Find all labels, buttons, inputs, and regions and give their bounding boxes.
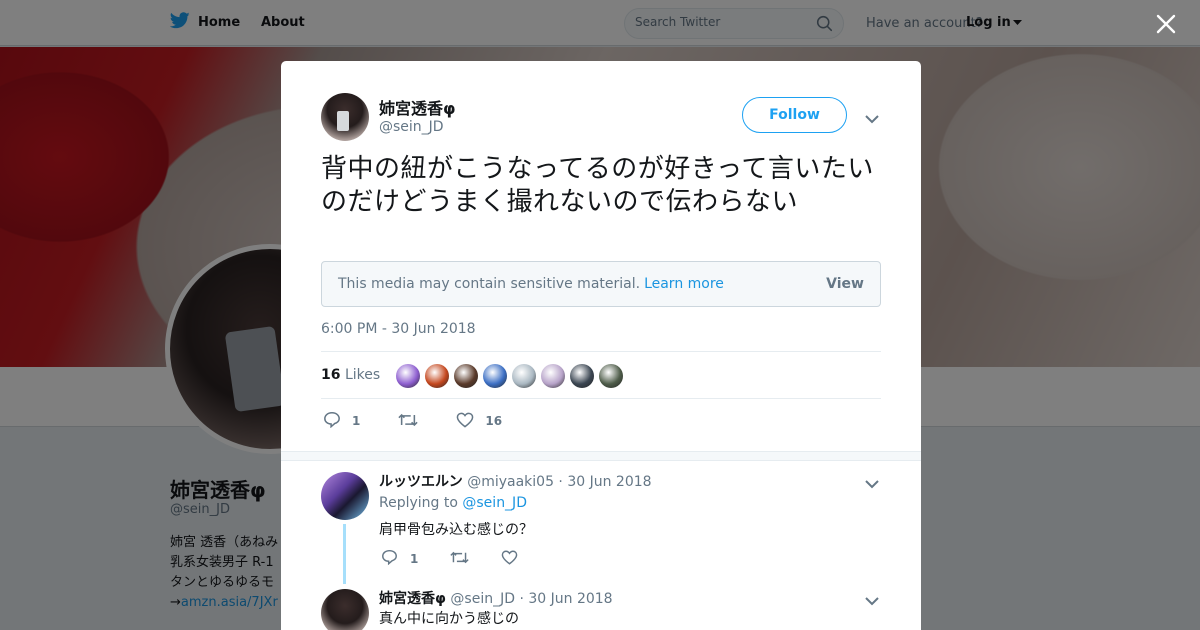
reply-text: 肩甲骨包み込む感じの？ <box>379 522 533 538</box>
reply-author-name[interactable]: ルッツエルン <box>379 474 463 490</box>
chevron-down-icon[interactable] <box>865 109 879 128</box>
likes-count[interactable]: 16 Likes <box>321 367 380 383</box>
likes-number: 16 <box>321 367 341 383</box>
reply-avatar[interactable] <box>321 589 369 630</box>
reply-author-handle[interactable]: @sein_JD <box>450 591 515 607</box>
liker-avatars <box>396 364 623 388</box>
close-icon[interactable] <box>1154 12 1178 36</box>
author-name[interactable]: 姉宮透香φ <box>379 95 456 119</box>
tweet-modal: 姉宮透香φ @sein_JD Follow 背中の紐がこうなってるのが好きって言… <box>281 61 921 630</box>
reply-action[interactable]: 1 <box>323 411 360 431</box>
liker-avatar[interactable] <box>541 364 565 388</box>
replying-to-mention[interactable]: @sein_JD <box>462 495 527 511</box>
author-avatar[interactable] <box>321 93 369 141</box>
retweet-icon <box>450 551 470 567</box>
sensitive-message-text: This media may contain sensitive materia… <box>338 276 641 292</box>
reply-avatar[interactable] <box>321 472 369 520</box>
reply-count: 1 <box>352 414 361 428</box>
like-action[interactable]: 16 <box>456 412 502 431</box>
liker-avatar[interactable] <box>512 364 536 388</box>
replies-separator <box>281 451 921 461</box>
reply-author-handle[interactable]: @miyaaki05 <box>467 474 554 490</box>
liker-avatar[interactable] <box>483 364 507 388</box>
replying-to-prefix: Replying to <box>379 495 458 511</box>
reply-author-name[interactable]: 姉宮透香φ <box>379 591 446 607</box>
retweet-action[interactable] <box>398 413 418 430</box>
reply-icon <box>381 549 398 568</box>
reply-text: 真ん中に向かう感じの <box>379 611 519 627</box>
follow-button[interactable]: Follow <box>742 97 847 133</box>
sensitive-media-notice: This media may contain sensitive materia… <box>321 261 881 307</box>
sensitive-message: This media may contain sensitive materia… <box>338 276 724 292</box>
liker-avatar[interactable] <box>396 364 420 388</box>
like-action[interactable] <box>501 550 518 568</box>
reply-count: 1 <box>410 551 419 566</box>
thread-line <box>343 524 346 584</box>
replying-to: Replying to @sein_JD <box>379 495 527 511</box>
tweet-timestamp[interactable]: 6:00 PM - 30 Jun 2018 <box>321 321 476 337</box>
like-count: 16 <box>485 414 503 428</box>
liker-avatar[interactable] <box>570 364 594 388</box>
tweet-text: 背中の紐がこうなってるのが好きって言いたいのだけどうまく撮れないので伝わらない <box>321 154 874 217</box>
likes-label: Likes <box>344 367 381 383</box>
reply-date[interactable]: 30 Jun 2018 <box>567 474 651 490</box>
liker-avatar[interactable] <box>454 364 478 388</box>
retweet-action[interactable] <box>450 551 470 567</box>
learn-more-link[interactable]: Learn more <box>644 276 724 292</box>
chevron-down-icon[interactable] <box>865 474 879 493</box>
retweet-icon <box>398 413 418 430</box>
reply-icon <box>323 411 341 431</box>
view-media-button[interactable]: View <box>826 276 864 292</box>
tweet-actions: 1 16 <box>323 411 540 431</box>
reply-header: ルッツエルン @miyaaki05 · 30 Jun 2018 <box>379 474 652 490</box>
reply-actions: 1 <box>381 549 550 568</box>
reply-date[interactable]: 30 Jun 2018 <box>528 591 612 607</box>
reply-header: 姉宮透香φ @sein_JD · 30 Jun 2018 <box>379 591 613 607</box>
liker-avatar[interactable] <box>599 364 623 388</box>
chevron-down-icon[interactable] <box>865 591 879 610</box>
heart-icon <box>456 412 474 431</box>
author-handle[interactable]: @sein_JD <box>379 119 444 135</box>
heart-icon <box>501 550 518 568</box>
reply-action[interactable]: 1 <box>381 549 418 568</box>
liker-avatar[interactable] <box>425 364 449 388</box>
likes-row: 16 Likes <box>321 351 881 399</box>
